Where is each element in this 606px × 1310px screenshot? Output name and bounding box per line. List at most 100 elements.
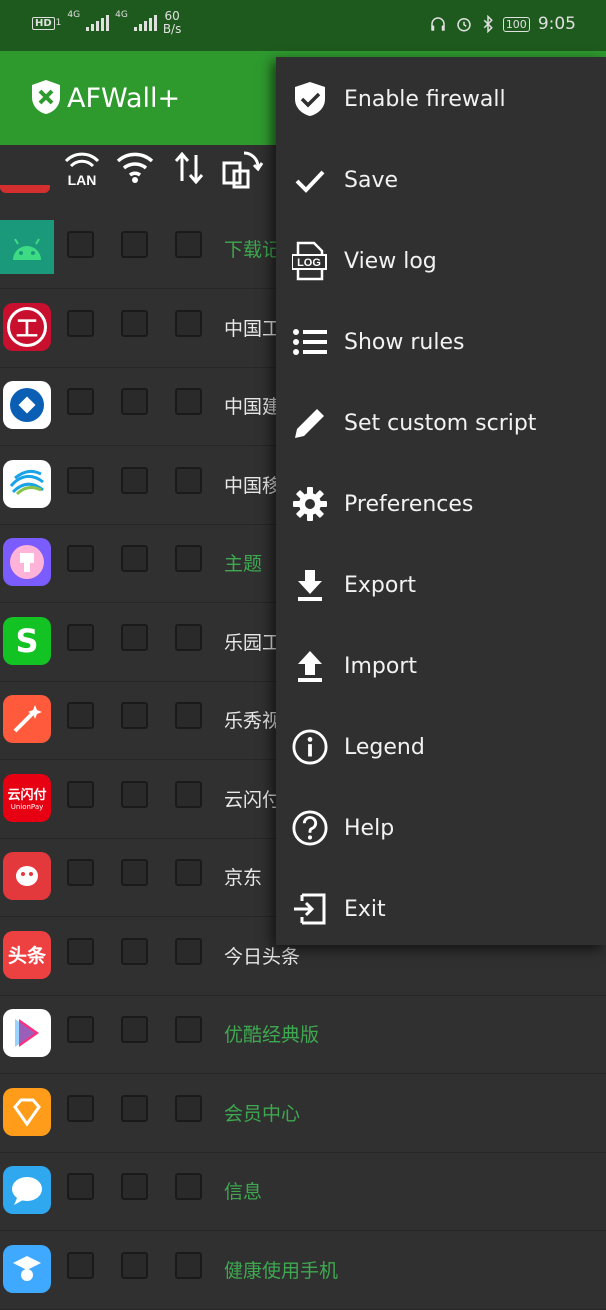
app-row: 会员中心	[0, 1074, 606, 1153]
mobile-data-checkbox[interactable]	[175, 466, 202, 494]
health-icon	[3, 1244, 51, 1293]
sim1-label: 1	[55, 18, 62, 28]
mobile-data-checkbox[interactable]	[175, 937, 202, 965]
mobile-data-checkbox[interactable]	[175, 545, 202, 572]
download-icon	[292, 567, 328, 603]
wifi-checkbox[interactable]	[121, 1094, 148, 1122]
app-name[interactable]: 京东	[224, 863, 262, 890]
ccb-icon	[3, 381, 51, 429]
selection-indicator	[0, 185, 50, 193]
menu-item-export[interactable]: Export	[276, 545, 606, 625]
menu-item-view-log[interactable]: LOG View log	[276, 221, 606, 301]
roaming-icon[interactable]	[220, 149, 264, 191]
menu-item-label: Help	[344, 815, 395, 841]
menu-item-save[interactable]: Save	[276, 140, 606, 220]
lan-checkbox[interactable]	[67, 937, 94, 965]
lan-checkbox[interactable]	[67, 1173, 94, 1200]
menu-item-enable-firewall[interactable]: Enable firewall	[276, 59, 606, 139]
shield-check-icon	[292, 81, 328, 117]
youku-icon	[3, 1009, 51, 1057]
mobile-data-checkbox[interactable]	[175, 1173, 202, 1200]
mobile-data-checkbox[interactable]	[175, 309, 202, 337]
lan-checkbox[interactable]	[67, 309, 94, 337]
menu-item-legend[interactable]: Legend	[276, 707, 606, 787]
app-name[interactable]: 云闪付	[224, 785, 281, 812]
lan-checkbox[interactable]	[67, 1016, 94, 1043]
wifi-checkbox[interactable]	[121, 231, 148, 258]
mobile-data-checkbox[interactable]	[175, 859, 202, 886]
lan-checkbox[interactable]	[67, 859, 94, 886]
net-speed: 60 B/s	[163, 10, 182, 36]
menu-item-label: Import	[344, 653, 418, 679]
jd-icon	[3, 852, 51, 900]
wifi-checkbox[interactable]	[121, 1251, 148, 1279]
mobile-data-checkbox[interactable]	[175, 702, 202, 729]
time: 9:05	[537, 14, 576, 34]
menu-item-import[interactable]: Import	[276, 626, 606, 706]
menu-item-preferences[interactable]: Preferences	[276, 464, 606, 544]
network2-label: 4G	[115, 10, 128, 20]
lan-checkbox[interactable]	[67, 702, 94, 729]
log-icon-text: LOG	[297, 257, 321, 269]
overflow-menu: Enable firewall Save LOG View log Show r…	[276, 57, 606, 945]
s-icon: S	[3, 616, 51, 665]
unionpay-icon-subtext: UnionPay	[10, 803, 44, 811]
mobile-data-checkbox[interactable]	[175, 231, 202, 258]
mobile-data-icon[interactable]	[172, 149, 206, 187]
app-name[interactable]: 健康使用手机	[224, 1256, 338, 1283]
app-row: 信息	[0, 1152, 606, 1231]
net-speed-value: 60	[164, 9, 180, 23]
app-name[interactable]: 优酷经典版	[224, 1020, 319, 1047]
lan-checkbox[interactable]	[67, 1251, 94, 1279]
unionpay-icon: 云闪付 UnionPay	[3, 773, 51, 822]
lan-checkbox[interactable]	[67, 780, 94, 808]
mobile-data-checkbox[interactable]	[175, 1016, 202, 1043]
mobile-data-checkbox[interactable]	[175, 623, 202, 651]
status-bar: HD 1 4G 4G 60 B/s 100 9:05	[0, 0, 606, 51]
menu-item-show-rules[interactable]: Show rules	[276, 302, 606, 382]
signal-icon-2	[133, 15, 157, 31]
signal-icon	[86, 15, 110, 31]
app-row: 优酷经典版	[0, 995, 606, 1074]
mobile-data-checkbox[interactable]	[175, 1251, 202, 1279]
hd-badge: HD	[32, 16, 55, 30]
wifi-checkbox[interactable]	[121, 937, 148, 965]
magic-wand-icon	[3, 695, 51, 743]
menu-item-label: Legend	[344, 734, 425, 760]
wifi-checkbox[interactable]	[121, 1173, 148, 1200]
wifi-checkbox[interactable]	[121, 859, 148, 886]
net-speed-unit: B/s	[162, 22, 182, 36]
wifi-checkbox[interactable]	[121, 702, 148, 729]
app-name[interactable]: 主题	[224, 549, 262, 576]
wifi-checkbox[interactable]	[121, 780, 148, 808]
wifi-checkbox[interactable]	[121, 388, 148, 415]
menu-item-exit[interactable]: Exit	[276, 869, 606, 949]
lan-label: LAN	[68, 172, 97, 188]
lan-checkbox[interactable]	[67, 623, 94, 651]
mobile-data-checkbox[interactable]	[175, 388, 202, 415]
lan-checkbox[interactable]	[67, 466, 94, 494]
menu-item-label: Exit	[344, 896, 386, 922]
wifi-checkbox[interactable]	[121, 623, 148, 651]
mobile-data-checkbox[interactable]	[175, 780, 202, 808]
lan-checkbox[interactable]	[67, 231, 94, 258]
wifi-icon[interactable]	[116, 149, 154, 187]
toutiao-icon-text: 头条	[7, 945, 46, 967]
wifi-checkbox[interactable]	[121, 545, 148, 572]
lan-checkbox[interactable]	[67, 388, 94, 415]
exit-icon	[292, 891, 328, 927]
app-name[interactable]: 信息	[224, 1177, 262, 1204]
wifi-checkbox[interactable]	[121, 1016, 148, 1043]
toutiao-icon: 头条	[3, 930, 51, 979]
lan-checkbox[interactable]	[67, 545, 94, 572]
mobile-data-checkbox[interactable]	[175, 1094, 202, 1122]
app-row: 健康使用手机	[0, 1231, 606, 1310]
lan-icon[interactable]: LAN	[62, 149, 102, 189]
menu-item-set-custom-script[interactable]: Set custom script	[276, 383, 606, 463]
wifi-checkbox[interactable]	[121, 309, 148, 337]
menu-item-help[interactable]: Help	[276, 788, 606, 868]
app-name[interactable]: 会员中心	[224, 1099, 300, 1126]
lan-checkbox[interactable]	[67, 1094, 94, 1122]
headphones-icon	[431, 17, 445, 31]
wifi-checkbox[interactable]	[121, 466, 148, 494]
